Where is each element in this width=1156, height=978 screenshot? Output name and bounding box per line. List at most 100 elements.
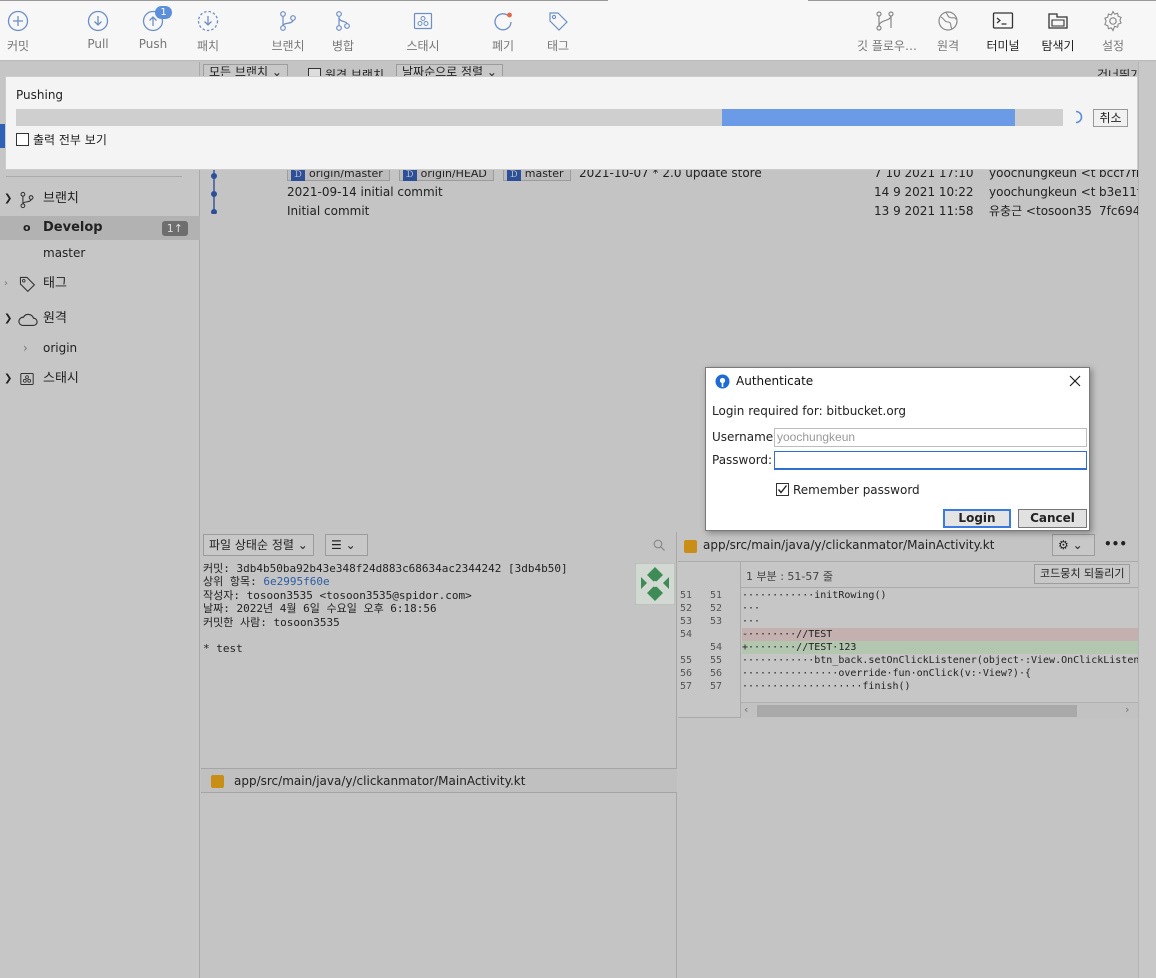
password-field[interactable] (774, 451, 1087, 470)
git-flow-label: 깃 플로우… (857, 39, 917, 53)
branch-icon (20, 191, 34, 209)
commit-label: 커밋: (203, 562, 230, 575)
commit-row[interactable]: Initial commit 13 9 2021 11:58 유충근 <toso… (201, 202, 1156, 221)
spinner-icon (1075, 110, 1083, 124)
terminal-icon (992, 12, 1014, 29)
remember-password-checkbox[interactable]: Remember password (776, 483, 920, 497)
sidebar-section-stashes[interactable]: ❯ 스태시 (0, 367, 200, 391)
scroll-left-icon[interactable]: ‹ (744, 703, 748, 716)
line-number: 57 (710, 681, 723, 692)
sidebar-item-develop[interactable]: o Develop 1↑ (0, 216, 200, 240)
sidebar-tags-label: 태그 (43, 276, 67, 291)
diff-settings-dropdown[interactable]: ⚙ ⌄ (1052, 534, 1095, 556)
remote-button[interactable]: 원격 (920, 8, 976, 58)
tag-button[interactable]: 태그 (530, 8, 586, 58)
globe-icon (938, 11, 958, 31)
pushing-title: Pushing (16, 88, 64, 102)
remote-ref-icon: ᗪ (291, 169, 305, 181)
diff-code: ····················finish() (742, 681, 911, 692)
dialog-title: Authenticate (736, 374, 814, 388)
settings-button[interactable]: 설정 (1085, 8, 1141, 58)
diff-hunk: 1 부분 : 51-57 줄 코드뭉치 되돌리기 51 51 ···········… (678, 561, 1138, 718)
plus-circle-icon (7, 10, 29, 32)
sidebar-item-origin[interactable]: › origin (0, 336, 200, 360)
push-button[interactable]: 1 Push (125, 6, 181, 58)
tag-icon (19, 276, 36, 293)
branch-button[interactable]: 브랜치 (260, 8, 316, 58)
changed-file-path: app/src/main/java/y/clickanmator/MainAct… (234, 774, 526, 788)
view-mode-dropdown[interactable]: ☰ ⌄ (325, 534, 368, 556)
changed-file-row[interactable]: app/src/main/java/y/clickanmator/MainAct… (201, 768, 677, 793)
sidebar-section-branches[interactable]: ❯ 브랜치 (0, 187, 200, 211)
modified-file-icon (684, 540, 697, 553)
discard-button[interactable]: 폐기 (475, 8, 531, 58)
username-field[interactable]: yoochungkeun (774, 428, 1087, 447)
tag-label: 태그 (546, 39, 570, 53)
stash-label: 스태시 (406, 39, 440, 53)
chevron-right-icon: › (23, 341, 28, 355)
line-number: 56 (680, 668, 693, 679)
folder-icon (1048, 13, 1068, 29)
committer-value: tosoon3535 (273, 615, 340, 629)
arrow-down-circle-icon (87, 10, 109, 32)
pull-button[interactable]: Pull (70, 8, 126, 58)
parent-link[interactable]: 6e2995f60e (263, 575, 329, 588)
vertical-scrollbar[interactable] (1138, 62, 1156, 978)
window-edge (0, 0, 608, 1)
line-number: 53 (680, 616, 693, 627)
git-flow-button[interactable]: 깃 플로우… (857, 8, 917, 58)
modified-file-icon (211, 775, 224, 788)
diff-code: ··· (742, 603, 761, 614)
sidebar-section-remotes[interactable]: ❯ 원격 (0, 307, 200, 331)
author-label: 작성자: (203, 588, 240, 602)
line-number: 52 (710, 603, 723, 614)
stash-button[interactable]: 스태시 (395, 8, 451, 58)
terminal-label: 터미널 (986, 39, 1020, 53)
branch-label: 브랜치 (271, 39, 305, 53)
branch-icon (280, 11, 296, 31)
search-icon[interactable] (653, 539, 665, 551)
merge-label: 병합 (331, 39, 355, 53)
tag-icon (549, 12, 568, 31)
login-required-text: Login required for: bitbucket.org (712, 404, 907, 418)
settings-label: 설정 (1101, 39, 1125, 53)
list-icon: ☰ (331, 538, 342, 552)
password-label: Password: (712, 453, 773, 467)
commit-button[interactable]: 커밋 (0, 8, 46, 58)
horizontal-scrollbar[interactable]: ‹ › (741, 702, 1138, 718)
checkbox-icon (16, 133, 29, 146)
cancel-button[interactable]: Cancel (1018, 509, 1087, 528)
file-sort-dropdown[interactable]: 파일 상태순 정렬 ⌄ (203, 534, 314, 556)
hunk-header: 1 부분 : 51-57 줄 (746, 570, 834, 583)
line-number: 54 (710, 642, 723, 653)
login-button[interactable]: Login (943, 509, 1011, 528)
sidebar-item-master[interactable]: master (0, 241, 200, 265)
commit-info: 커밋: 3db4b50ba92b43e348f24d883c68634ac234… (203, 562, 568, 656)
line-number: 57 (680, 681, 693, 692)
sidebar-section-tags[interactable]: › 태그 (0, 272, 200, 296)
gear-icon: ⚙ (1058, 538, 1069, 552)
terminal-button[interactable]: 터미널 (975, 8, 1031, 58)
fetch-icon (197, 10, 219, 32)
line-number: 51 (680, 590, 693, 601)
more-options-button[interactable]: ••• (1104, 537, 1127, 551)
date-value: 2022년 4월 6일 수요일 오후 6:18:56 (236, 602, 437, 616)
cancel-push-button[interactable]: 취소 (1093, 109, 1128, 127)
sidebar-master-label: master (43, 246, 86, 260)
commit-label: 커밋 (6, 39, 30, 53)
parent-label: 상위 항목: (203, 575, 257, 589)
close-icon[interactable] (1068, 374, 1082, 388)
commit-row[interactable]: 2021-09-14 initial commit 14 9 2021 10:2… (201, 183, 1156, 202)
revert-hunk-button[interactable]: 코드뭉치 되돌리기 (1034, 564, 1131, 584)
stash-icon (413, 12, 433, 30)
line-number: 51 (710, 590, 723, 601)
fetch-button[interactable]: 패치 (180, 8, 236, 58)
show-full-output-checkbox[interactable]: 출력 전부 보기 (16, 132, 107, 148)
scroll-right-icon[interactable]: › (1125, 703, 1129, 716)
git-flow-icon (876, 11, 894, 31)
scrollbar-thumb[interactable] (757, 705, 1077, 717)
author-value: tosoon3535 <tosoon3535@spidor.com> (246, 588, 472, 602)
merge-button[interactable]: 병합 (315, 8, 371, 58)
line-number: 56 (710, 668, 723, 679)
explorer-button[interactable]: 탐색기 (1030, 8, 1086, 58)
